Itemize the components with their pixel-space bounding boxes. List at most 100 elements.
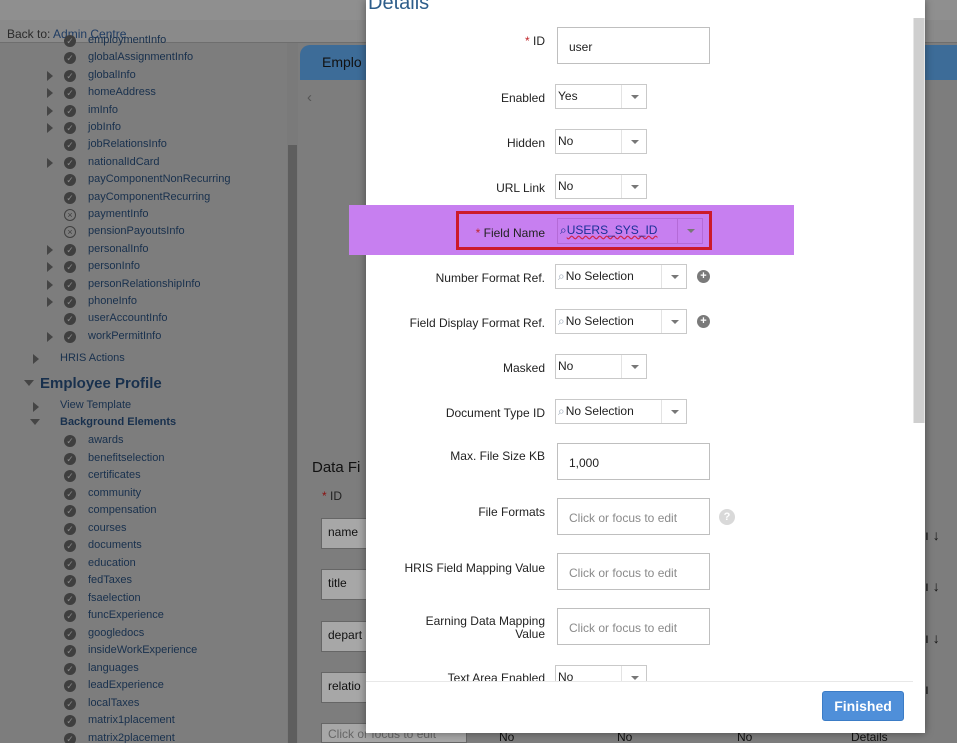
collapse-arrow-icon[interactable] xyxy=(24,380,34,386)
field-name-value: USERS_SYS_ID xyxy=(566,223,658,237)
expand-arrow-icon[interactable] xyxy=(47,123,53,133)
expand-arrow-icon[interactable] xyxy=(47,297,53,307)
tree-item[interactable]: benefitselection xyxy=(88,450,164,467)
document-type-select[interactable]: ⌕No Selection xyxy=(555,399,687,424)
earning-mapping-label-line2: Value xyxy=(515,627,545,641)
move-down-icon[interactable]: ı ↓ xyxy=(925,630,940,646)
id-input[interactable]: user xyxy=(557,27,710,64)
check-circle-icon: ✓ xyxy=(64,575,76,587)
employee-profile-heading[interactable]: Employee Profile xyxy=(40,375,162,392)
collapse-arrow-icon[interactable] xyxy=(30,419,40,425)
tree-item[interactable]: languages xyxy=(88,660,139,677)
expand-arrow-icon[interactable] xyxy=(47,157,53,168)
tree-item[interactable]: personRelationshipInfo xyxy=(88,276,201,293)
tree-item[interactable]: payComponentNonRecurring xyxy=(88,171,230,188)
tree-item[interactable]: userAccountInfo xyxy=(88,310,168,327)
tree-item[interactable]: insideWorkExperience xyxy=(88,642,197,659)
tree-item[interactable]: documents xyxy=(88,537,142,554)
check-circle-icon: ✓ xyxy=(64,610,76,622)
field-name-select[interactable]: ⌕USERS_SYS_ID xyxy=(557,218,703,244)
tree-item[interactable]: jobRelationsInfo xyxy=(88,136,167,153)
number-format-label: Number Format Ref. xyxy=(435,271,545,285)
field-display-format-select[interactable]: ⌕No Selection xyxy=(555,309,687,334)
required-marker: * xyxy=(524,34,530,48)
id-column-label: * ID xyxy=(322,489,342,503)
tree-item[interactable]: matrix1placement xyxy=(88,712,175,729)
tree-item[interactable]: employmentInfo xyxy=(88,32,166,49)
tree-item[interactable]: payComponentRecurring xyxy=(88,189,210,206)
tree-item-hris-actions[interactable]: HRIS Actions xyxy=(60,350,125,367)
check-circle-icon: ✓ xyxy=(64,69,76,82)
field-display-format-value: No Selection xyxy=(565,314,634,328)
check-circle-icon: ✓ xyxy=(64,243,76,256)
add-icon[interactable]: + xyxy=(697,315,710,328)
expand-arrow-icon[interactable] xyxy=(47,105,53,116)
check-circle-icon: ✓ xyxy=(64,104,76,117)
finished-button[interactable]: Finished xyxy=(822,691,904,721)
earning-mapping-input[interactable]: Click or focus to edit xyxy=(557,608,710,645)
help-icon[interactable]: ? xyxy=(719,509,735,525)
text-area-select[interactable]: No xyxy=(555,665,647,681)
max-file-size-input[interactable]: 1,000 xyxy=(557,443,710,480)
dialog-scrollbar-thumb[interactable] xyxy=(914,18,924,423)
tree-item[interactable]: funcExperience xyxy=(88,607,164,624)
url-link-value: No xyxy=(558,179,574,193)
tree-item[interactable]: matrix2placement xyxy=(88,730,175,743)
tree-item[interactable]: fsaelection xyxy=(88,590,141,607)
tree-scrollbar-thumb[interactable] xyxy=(288,145,297,743)
expand-arrow-icon[interactable] xyxy=(47,279,53,290)
hris-mapping-label: HRIS Field Mapping Value xyxy=(404,561,545,575)
check-circle-icon: ✓ xyxy=(64,470,76,482)
move-icon[interactable]: ı xyxy=(925,681,929,697)
tree-item[interactable]: googledocs xyxy=(88,625,144,642)
file-formats-input[interactable]: Click or focus to edit xyxy=(557,498,710,535)
tree-item[interactable]: compensation xyxy=(88,502,157,519)
tree-item[interactable]: courses xyxy=(88,520,127,537)
expand-arrow-icon[interactable] xyxy=(33,402,39,412)
add-icon[interactable]: + xyxy=(697,270,710,283)
check-circle-icon: ✓ xyxy=(64,191,76,204)
tree-item[interactable]: globalAssignmentInfo xyxy=(88,49,193,66)
tree-item[interactable]: homeAddress xyxy=(88,84,156,101)
tree-item[interactable]: fedTaxes xyxy=(88,572,132,589)
tree-item-background-elements[interactable]: Background Elements xyxy=(60,414,176,431)
number-format-select[interactable]: ⌕No Selection xyxy=(555,264,687,289)
url-link-select[interactable]: No xyxy=(555,174,647,199)
expand-arrow-icon[interactable] xyxy=(47,70,53,81)
field-name-label: * Field Name xyxy=(476,226,545,240)
expand-arrow-icon[interactable] xyxy=(47,88,53,99)
tree-item[interactable]: phoneInfo xyxy=(88,293,137,310)
tree-item[interactable]: leadExperience xyxy=(88,677,164,694)
expand-arrow-icon[interactable] xyxy=(47,262,53,273)
number-format-value: No Selection xyxy=(565,269,634,283)
expand-arrow-icon[interactable] xyxy=(47,331,53,342)
tree-item[interactable]: localTaxes xyxy=(88,695,139,712)
tree-item[interactable]: imInfo xyxy=(88,102,118,119)
tree-item[interactable]: workPermitInfo xyxy=(88,328,161,345)
tree-item[interactable]: jobInfo xyxy=(88,119,121,136)
check-circle-icon: ✓ xyxy=(64,557,76,570)
tree-item[interactable]: pensionPayoutsInfo xyxy=(88,223,185,240)
move-down-icon[interactable]: ı ↓ xyxy=(925,527,940,543)
chevron-left-icon[interactable]: ‹ xyxy=(307,89,312,106)
check-circle-icon: ✓ xyxy=(64,680,76,692)
tree-item[interactable]: education xyxy=(88,555,136,572)
chevron-down-icon xyxy=(677,219,702,243)
tree-item[interactable]: community xyxy=(88,485,141,502)
hidden-select[interactable]: No xyxy=(555,129,647,154)
hris-mapping-input[interactable]: Click or focus to edit xyxy=(557,553,710,590)
tree-item[interactable]: awards xyxy=(88,432,123,449)
expand-arrow-icon[interactable] xyxy=(47,244,53,255)
check-circle-icon: ✓ xyxy=(64,592,76,605)
tree-item[interactable]: globalInfo xyxy=(88,67,136,84)
expand-arrow-icon[interactable] xyxy=(33,354,39,364)
tree-item[interactable]: paymentInfo xyxy=(88,206,149,223)
tree-item[interactable]: personInfo xyxy=(88,258,140,275)
move-down-icon[interactable]: ı ↓ xyxy=(925,578,940,594)
masked-select[interactable]: No xyxy=(555,354,647,379)
tree-item[interactable]: personalInfo xyxy=(88,241,149,258)
enabled-select[interactable]: Yes xyxy=(555,84,647,109)
tree-item-view-template[interactable]: View Template xyxy=(60,397,131,414)
tree-item[interactable]: certificates xyxy=(88,467,141,484)
tree-item[interactable]: nationalIdCard xyxy=(88,154,160,171)
